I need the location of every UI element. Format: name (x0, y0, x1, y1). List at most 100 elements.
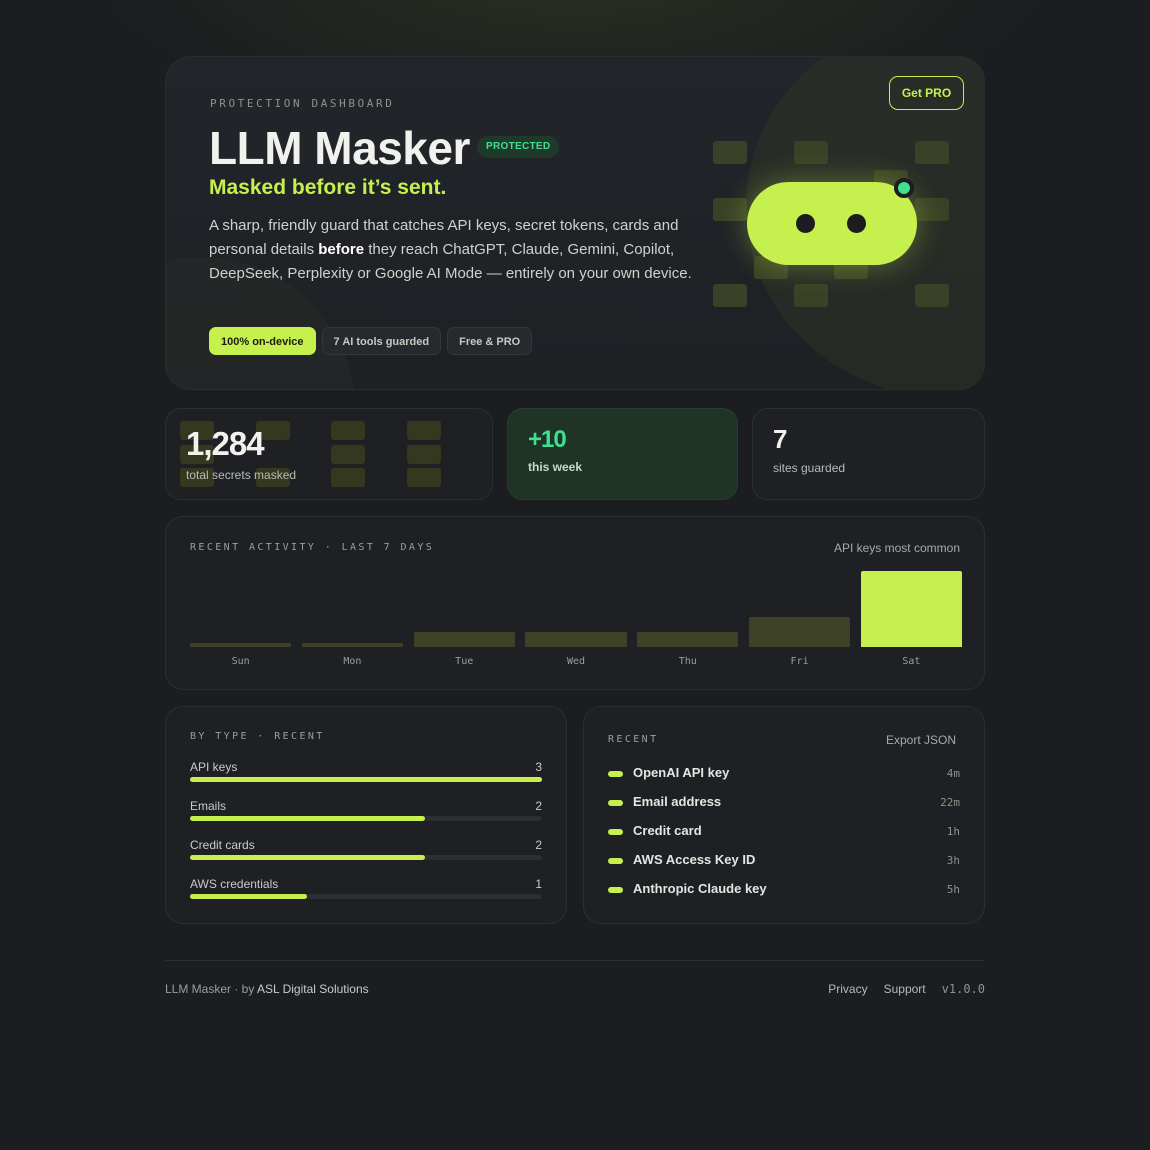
footer-links: Privacy Support v1.0.0 (828, 982, 985, 996)
list-item[interactable]: OpenAI API key 4m (608, 765, 960, 785)
footer-prefix: LLM Masker · by (165, 982, 258, 996)
export-json-button[interactable]: Export JSON (886, 733, 956, 747)
type-count: 2 (535, 799, 542, 813)
type-bar-fill (190, 816, 425, 821)
key-pill-icon (608, 800, 623, 806)
list-item[interactable]: Anthropic Claude key 5h (608, 881, 960, 901)
feature-chips: 100% on-device 7 AI tools guarded Free &… (209, 327, 533, 355)
activity-chart: Sun Mon Tue Wed Thu Fri Sat (190, 517, 962, 691)
recent-item-time: 22m (940, 796, 960, 809)
recent-item-name: Credit card (633, 823, 702, 838)
type-bar-fill (190, 777, 542, 782)
recent-item-time: 5h (946, 883, 960, 896)
stat-sites-guarded: 7 sites guarded (752, 408, 985, 500)
key-pill-icon (608, 858, 623, 864)
chip-tools-guarded: 7 AI tools guarded (321, 327, 442, 355)
mascot-eye-icon (847, 214, 866, 233)
stat-label: sites guarded (773, 461, 846, 475)
list-item[interactable]: AWS Access Key ID 3h (608, 852, 960, 872)
stat-label: this week (528, 460, 583, 474)
type-track (190, 816, 542, 821)
recent-item-time: 1h (946, 825, 960, 838)
chart-tick-label: Fri (790, 656, 809, 667)
key-pill-icon (608, 887, 623, 893)
chart-tick-label: Mon (343, 656, 362, 667)
stat-this-week: +10 this week (507, 408, 738, 500)
stat-label: total secrets masked (186, 468, 297, 482)
recent-item-name: Anthropic Claude key (633, 881, 767, 896)
recent-label: RECENT (608, 734, 659, 745)
recent-panel: RECENT Export JSON OpenAI API key 4m Ema… (583, 706, 985, 924)
stat-value: +10 (528, 426, 567, 453)
support-link[interactable]: Support (884, 982, 926, 996)
type-count: 2 (535, 838, 542, 852)
key-pill-icon (608, 771, 623, 777)
type-name: Credit cards (190, 838, 255, 852)
type-count: 3 (535, 760, 542, 774)
list-item[interactable]: Email address 22m (608, 794, 960, 814)
mask-tile-icon (794, 141, 828, 164)
mascot-eye-icon (796, 214, 815, 233)
chart-bar-sun (190, 643, 292, 647)
by-type-label: BY TYPE · RECENT (190, 731, 325, 742)
type-row: Emails 2 (190, 799, 542, 821)
chart-tick-label: Sun (231, 656, 250, 667)
type-track (190, 894, 542, 899)
footer-divider (165, 960, 985, 961)
mascot-icon (747, 182, 917, 265)
type-name: API keys (190, 760, 238, 774)
chart-bar-sat (860, 571, 962, 647)
get-pro-button[interactable]: Get PRO (889, 76, 964, 110)
type-row: API keys 3 (190, 760, 542, 782)
type-name: AWS credentials (190, 877, 279, 891)
recent-item-name: AWS Access Key ID (633, 852, 756, 867)
hero-card: PROTECTION DASHBOARD LLM Masker PROTECTE… (165, 56, 985, 390)
type-bar-fill (190, 855, 425, 860)
chart-tick-label: Sat (902, 656, 921, 667)
hero-eyebrow: PROTECTION DASHBOARD (210, 97, 395, 110)
mask-tile-icon (794, 284, 828, 307)
privacy-link[interactable]: Privacy (828, 982, 867, 996)
chart-plot-area (190, 571, 962, 647)
stat-decor-tile (331, 468, 365, 487)
version-label: v1.0.0 (941, 982, 985, 996)
type-bar-fill (190, 894, 308, 899)
stat-total-masked: 1,284 total secrets masked (165, 408, 493, 500)
status-badge: PROTECTED (477, 136, 560, 158)
type-row: Credit cards 2 (190, 838, 542, 860)
chart-tick-label: Thu (678, 656, 697, 667)
stat-decor-tile (331, 445, 365, 464)
chart-bar-mon (301, 643, 404, 647)
type-track (190, 777, 542, 782)
stat-decor-tile (407, 421, 441, 440)
type-row: AWS credentials 1 (190, 877, 542, 899)
mask-tile-icon (915, 141, 949, 164)
chart-bar-wed (525, 631, 627, 647)
type-name: Emails (190, 799, 227, 813)
type-count: 1 (535, 877, 542, 891)
list-item[interactable]: Credit card 1h (608, 823, 960, 843)
stat-value: 7 (773, 424, 788, 454)
type-track (190, 855, 542, 860)
chart-bar-fri (748, 616, 851, 647)
mask-tile-icon (713, 141, 747, 164)
hero-tagline: Masked before it’s sent. (209, 176, 447, 199)
mask-tile-icon (713, 198, 747, 221)
chart-bar-thu (637, 631, 739, 647)
recent-item-time: 4m (946, 767, 960, 780)
stat-decor-tile (407, 468, 441, 487)
mask-tile-icon (915, 284, 949, 307)
chip-on-device: 100% on-device (209, 327, 316, 355)
chip-free-pro: Free & PRO (447, 327, 533, 355)
recent-activity-panel: RECENT ACTIVITY · LAST 7 DAYS API keys m… (165, 516, 985, 690)
status-dot-icon (894, 178, 914, 198)
mask-tile-icon (713, 284, 747, 307)
stat-value: 1,284 (186, 425, 265, 462)
footer-brand-link[interactable]: ASL Digital Solutions (257, 982, 369, 996)
footer-credit: LLM Masker · by ASL Digital Solutions (165, 982, 369, 996)
recent-item-name: OpenAI API key (633, 765, 730, 780)
chart-tick-label: Tue (455, 656, 474, 667)
chart-tick-label: Wed (566, 656, 586, 667)
key-pill-icon (608, 829, 623, 835)
page-title: LLM Masker (209, 122, 470, 174)
